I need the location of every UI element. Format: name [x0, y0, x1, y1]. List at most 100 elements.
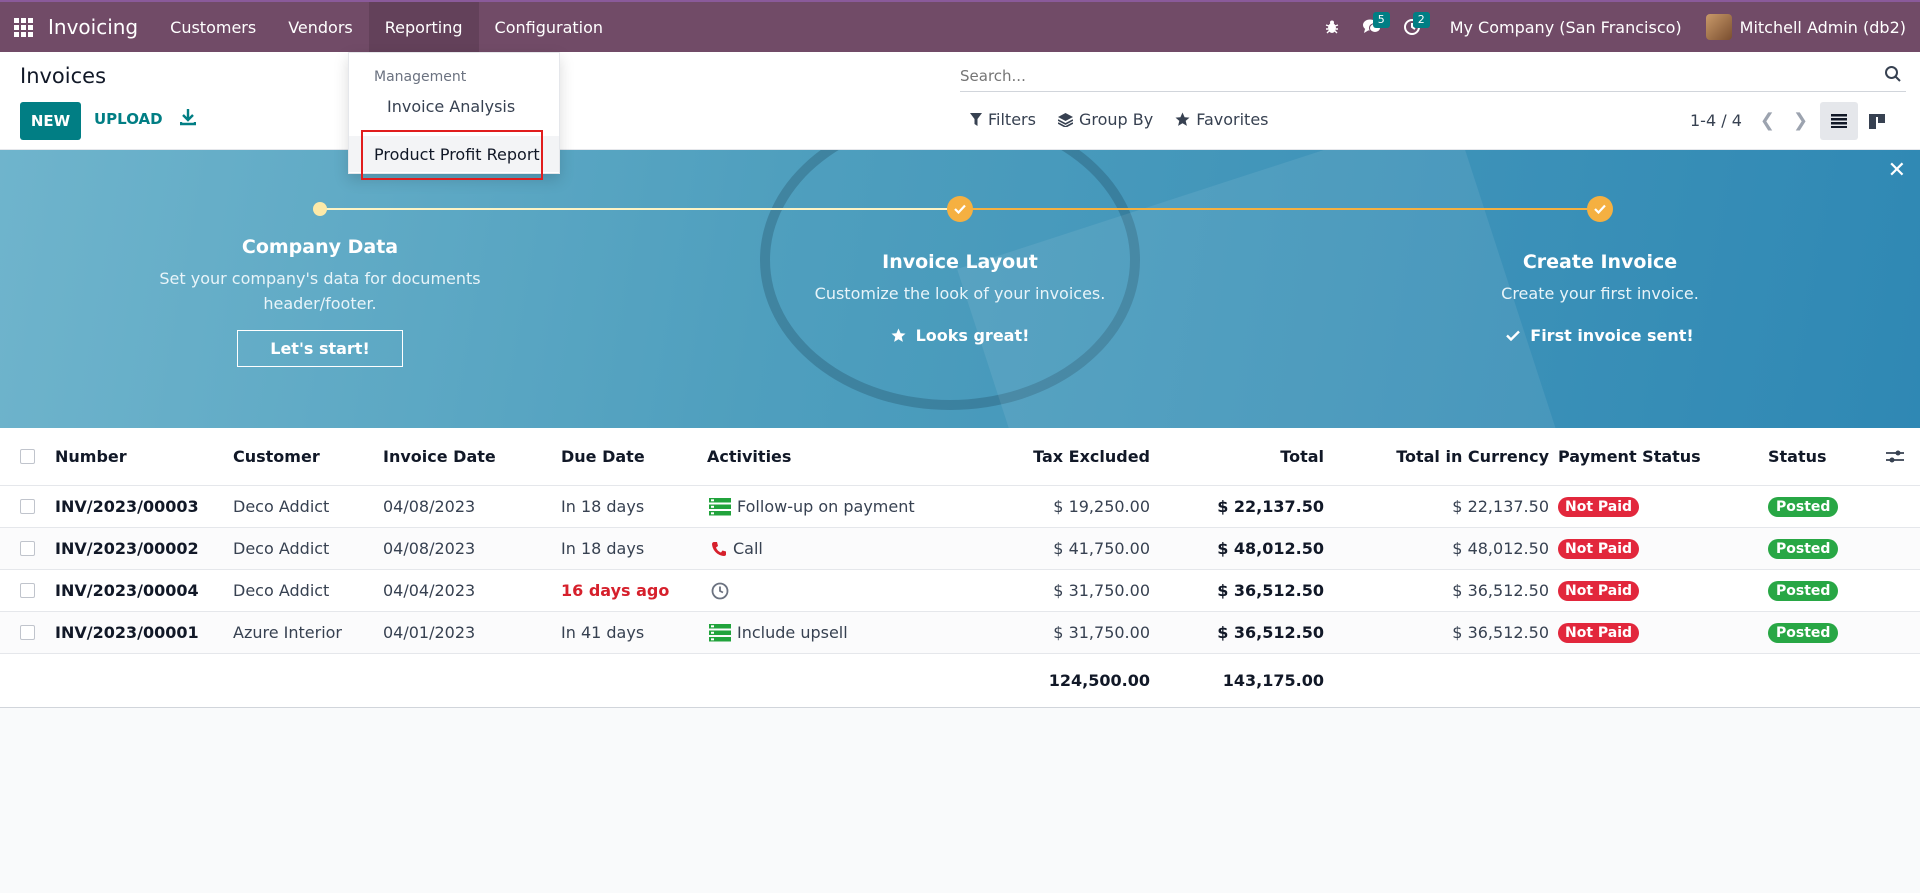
table-row[interactable]: INV/2023/00002 Deco Addict 04/08/2023 In…: [0, 528, 1920, 570]
list-view-icon[interactable]: [1820, 102, 1858, 140]
customer-name: Deco Addict: [233, 581, 330, 600]
customer-name: Deco Addict: [233, 539, 330, 558]
search-input[interactable]: [960, 62, 1840, 90]
table-row[interactable]: INV/2023/00003 Deco Addict 04/08/2023 In…: [0, 486, 1920, 528]
column-due-date[interactable]: Due Date: [561, 428, 645, 485]
filters-button[interactable]: Filters: [970, 110, 1036, 129]
status-badge: Posted: [1768, 622, 1839, 643]
step-title: Create Invoice: [1522, 251, 1678, 273]
pager-value[interactable]: 1-4 / 4: [1690, 111, 1742, 130]
due-date-overdue: 16 days ago: [561, 581, 670, 600]
filter-icon: [970, 113, 982, 126]
invoice-date: 04/08/2023: [383, 497, 476, 516]
favorites-button[interactable]: Favorites: [1175, 110, 1269, 129]
column-activities[interactable]: Activities: [707, 428, 791, 485]
menu-customers[interactable]: Customers: [154, 2, 272, 52]
lets-start-button[interactable]: Let's start!: [237, 330, 403, 367]
invoice-number: INV/2023/00003: [55, 497, 199, 516]
previous-page-icon[interactable]: ❮: [1760, 110, 1775, 131]
first-invoice-sent-status[interactable]: First invoice sent!: [1430, 326, 1770, 345]
search-bar: [960, 62, 1906, 92]
customer-name: Deco Addict: [233, 497, 330, 516]
column-number[interactable]: Number: [55, 428, 127, 485]
payment-status-badge: Not Paid: [1558, 538, 1640, 559]
star-icon: [891, 328, 906, 342]
looks-great-status[interactable]: Looks great!: [790, 326, 1130, 345]
kanban-view-icon[interactable]: [1858, 102, 1896, 140]
dropdown-section-management: Management: [374, 69, 467, 85]
menu-item-invoice-analysis[interactable]: Invoice Analysis: [387, 97, 515, 116]
column-status[interactable]: Status: [1768, 428, 1827, 485]
column-total[interactable]: Total: [1150, 428, 1324, 485]
step-invoice-layout: Invoice Layout Customize the look of you…: [790, 251, 1130, 345]
row-checkbox[interactable]: [20, 541, 35, 556]
step-description: Customize the look of your invoices.: [814, 284, 1106, 303]
total-in-currency: $ 22,137.50: [1452, 497, 1549, 516]
menu-vendors[interactable]: Vendors: [272, 2, 369, 52]
column-payment-status[interactable]: Payment Status: [1558, 428, 1701, 485]
next-page-icon[interactable]: ❯: [1793, 110, 1808, 131]
app-name[interactable]: Invoicing: [46, 15, 154, 39]
apps-menu-icon[interactable]: [0, 2, 46, 52]
step-company-data: Company Data Set your company's data for…: [150, 236, 490, 367]
table-footer-totals: 124,500.00 143,175.00: [0, 654, 1920, 708]
activity-cell[interactable]: [711, 570, 735, 611]
tax-excluded: $ 31,750.00: [1053, 581, 1150, 600]
step-dot-company-data: [313, 202, 327, 216]
menu-reporting[interactable]: Reporting: [368, 2, 479, 52]
row-checkbox[interactable]: [20, 499, 35, 514]
total-in-currency: $ 48,012.50: [1452, 539, 1549, 558]
menu-configuration[interactable]: Configuration: [479, 2, 620, 52]
table-header-row: Number Customer Invoice Date Due Date Ac…: [0, 428, 1920, 486]
column-tax-excluded[interactable]: Tax Excluded: [900, 428, 1150, 485]
check-icon: [1506, 330, 1521, 341]
user-menu[interactable]: Mitchell Admin (db2): [1694, 14, 1920, 40]
payment-status-badge: Not Paid: [1558, 580, 1640, 601]
control-panel: Invoices NEW UPLOAD Filters Group By Fav…: [0, 52, 1920, 150]
activity-todo-icon: [709, 497, 731, 515]
close-icon[interactable]: ✕: [1888, 158, 1906, 183]
column-invoice-date[interactable]: Invoice Date: [383, 428, 496, 485]
row-checkbox[interactable]: [20, 583, 35, 598]
payment-status-badge: Not Paid: [1558, 622, 1640, 643]
upload-button[interactable]: UPLOAD: [94, 110, 163, 128]
activity-cell[interactable]: Include upsell: [709, 612, 848, 653]
row-checkbox[interactable]: [20, 625, 35, 640]
step-title: Company Data: [241, 236, 399, 258]
layers-icon: [1057, 112, 1073, 127]
new-button[interactable]: NEW: [20, 102, 81, 140]
progress-line: [320, 208, 960, 210]
table-row[interactable]: INV/2023/00004 Deco Addict 04/04/2023 16…: [0, 570, 1920, 612]
activities-clock-icon[interactable]: 2: [1392, 2, 1432, 52]
messages-icon[interactable]: 5: [1352, 2, 1392, 52]
activity-cell[interactable]: Follow-up on payment: [709, 486, 915, 527]
optional-columns-icon[interactable]: [1886, 428, 1904, 485]
clock-icon: [711, 582, 729, 599]
activities-badge: 2: [1412, 12, 1430, 28]
group-by-button[interactable]: Group By: [1057, 110, 1153, 129]
total: $ 22,137.50: [1217, 497, 1324, 516]
download-icon[interactable]: [179, 108, 200, 130]
invoice-number: INV/2023/00004: [55, 581, 199, 600]
activity-cell[interactable]: Call: [711, 528, 763, 569]
user-name: Mitchell Admin (db2): [1739, 17, 1906, 37]
table-row[interactable]: INV/2023/00001 Azure Interior 04/01/2023…: [0, 612, 1920, 654]
search-icon[interactable]: [1884, 65, 1906, 87]
column-customer[interactable]: Customer: [233, 428, 320, 485]
bug-icon[interactable]: [1312, 2, 1352, 52]
column-total-in-currency[interactable]: Total in Currency: [1324, 428, 1549, 485]
sum-total: 143,175.00: [1222, 671, 1324, 690]
status-badge: Posted: [1768, 538, 1839, 559]
invoice-number: INV/2023/00002: [55, 539, 199, 558]
onboarding-banner: ✕ Company Data Set your company's data f…: [0, 150, 1920, 428]
check-icon: [1587, 196, 1613, 222]
status-badge: Posted: [1768, 496, 1839, 517]
sum-tax-excluded: 124,500.00: [1048, 671, 1150, 690]
total: $ 36,512.50: [1217, 623, 1324, 642]
company-switcher[interactable]: My Company (San Francisco): [1432, 18, 1694, 37]
select-all-checkbox[interactable]: [20, 449, 35, 464]
invoice-date: 04/08/2023: [383, 539, 476, 558]
customer-name: Azure Interior: [233, 623, 343, 642]
tax-excluded: $ 41,750.00: [1053, 539, 1150, 558]
invoice-number: INV/2023/00001: [55, 623, 199, 642]
